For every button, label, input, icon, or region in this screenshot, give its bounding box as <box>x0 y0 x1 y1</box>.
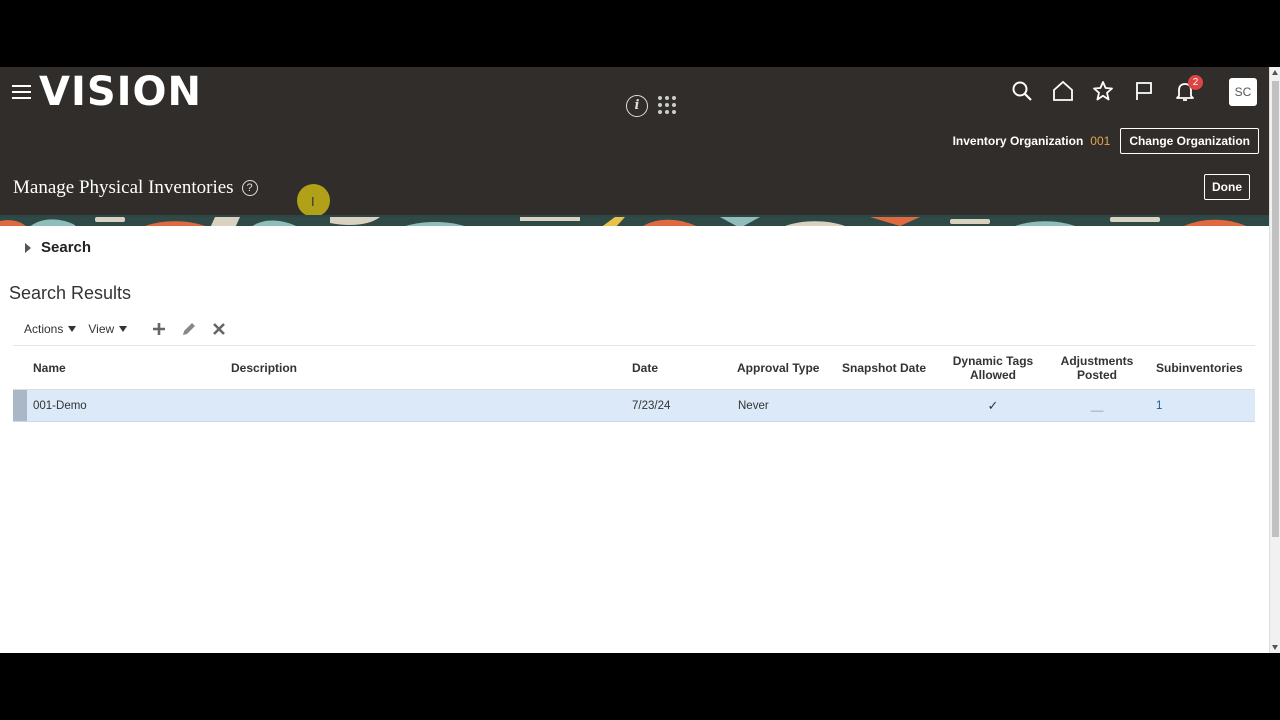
page-title: Manage Physical Inventories <box>13 177 234 198</box>
table-header: Name Description Date Approval Type Snap… <box>13 345 1255 390</box>
done-button[interactable]: Done <box>1204 174 1250 200</box>
scroll-thumb[interactable] <box>1272 81 1279 537</box>
actions-menu-label: Actions <box>24 322 64 336</box>
home-icon[interactable] <box>1051 79 1077 105</box>
view-menu-label: View <box>88 322 115 336</box>
inventory-organization-bar: Inventory Organization 001 Change Organi… <box>953 128 1259 154</box>
actions-menu[interactable]: Actions <box>24 322 77 336</box>
cell-approval-type: Never <box>738 399 769 412</box>
search-icon[interactable] <box>1010 79 1036 105</box>
column-header-label: Adjustments <box>1060 354 1134 368</box>
app-window: VISION i 2 SC Inventory Organization 001… <box>0 67 1280 653</box>
help-icon[interactable]: ? <box>241 180 258 196</box>
column-header-dynamic-tags-allowed[interactable]: Dynamic Tags Allowed <box>943 346 1043 390</box>
notification-badge: 2 <box>1188 75 1203 90</box>
cell-adjustments-posted: __ <box>1090 399 1104 412</box>
column-header-label: Allowed <box>969 368 1016 382</box>
center-icon-group: i <box>622 93 688 121</box>
edit-pencil-icon[interactable] <box>179 319 199 339</box>
menu-icon[interactable] <box>12 85 31 99</box>
inventory-org-value: 001 <box>1090 134 1111 148</box>
dropdown-arrow-icon <box>119 326 128 332</box>
info-icon[interactable]: i <box>626 95 648 117</box>
brand-logo[interactable]: VISION <box>39 69 202 115</box>
screen: VISION i 2 SC Inventory Organization 001… <box>0 0 1280 720</box>
column-header-adjustments-posted[interactable]: Adjustments Posted <box>1053 346 1141 390</box>
cell-date: 7/23/24 <box>632 399 671 412</box>
view-menu[interactable]: View <box>88 322 128 336</box>
flag-icon[interactable] <box>1132 79 1158 105</box>
search-results-title: Search Results <box>9 283 132 303</box>
search-label: Search <box>41 239 92 256</box>
subinventories-count-link[interactable]: 1 <box>1156 390 1162 421</box>
text-cursor-icon: I <box>311 194 315 209</box>
user-avatar[interactable]: SC <box>1229 78 1257 106</box>
change-organization-button[interactable]: Change Organization <box>1120 128 1259 154</box>
cell-name: 001-Demo <box>33 399 87 412</box>
bell-icon[interactable]: 2 <box>1173 75 1203 105</box>
column-header-description[interactable]: Description <box>231 346 297 390</box>
column-header-date[interactable]: Date <box>632 346 658 390</box>
column-header-snapshot-date[interactable]: Snapshot Date <box>842 346 926 390</box>
column-header-name[interactable]: Name <box>33 346 66 390</box>
inventory-org-label: Inventory Organization <box>952 134 1084 148</box>
app-grid-icon[interactable] <box>658 96 678 116</box>
scroll-up-arrow-icon[interactable] <box>1272 70 1278 75</box>
table-row[interactable]: 001-Demo 7/23/24 Never ✓ __ 1 <box>13 390 1255 422</box>
add-icon[interactable] <box>149 319 169 339</box>
dropdown-arrow-icon <box>68 326 77 332</box>
decorative-banner <box>0 215 1269 226</box>
results-toolbar: Actions View <box>24 319 229 339</box>
page-title-row: Manage Physical Inventories ? <box>13 177 258 199</box>
column-header-label: Posted <box>1076 368 1117 382</box>
column-header-subinventories[interactable]: Subinventories <box>1156 346 1243 390</box>
global-header: VISION i 2 SC Inventory Organization 001… <box>0 67 1269 217</box>
column-header-approval-type[interactable]: Approval Type <box>737 346 819 390</box>
global-icons: 2 SC <box>1010 75 1260 109</box>
expand-triangle-icon <box>25 242 31 253</box>
dynamic-tags-allowed-check-icon: ✓ <box>987 397 999 413</box>
physical-inventories-table: Name Description Date Approval Type Snap… <box>13 345 1255 422</box>
search-disclosure[interactable]: Search <box>25 239 91 256</box>
delete-icon[interactable] <box>209 319 229 339</box>
scroll-down-arrow-icon[interactable] <box>1272 645 1278 650</box>
favorites-star-icon[interactable] <box>1091 79 1117 105</box>
column-header-label: Dynamic Tags <box>952 354 1034 368</box>
vertical-scrollbar[interactable] <box>1269 67 1280 653</box>
row-selection-indicator <box>13 390 27 421</box>
